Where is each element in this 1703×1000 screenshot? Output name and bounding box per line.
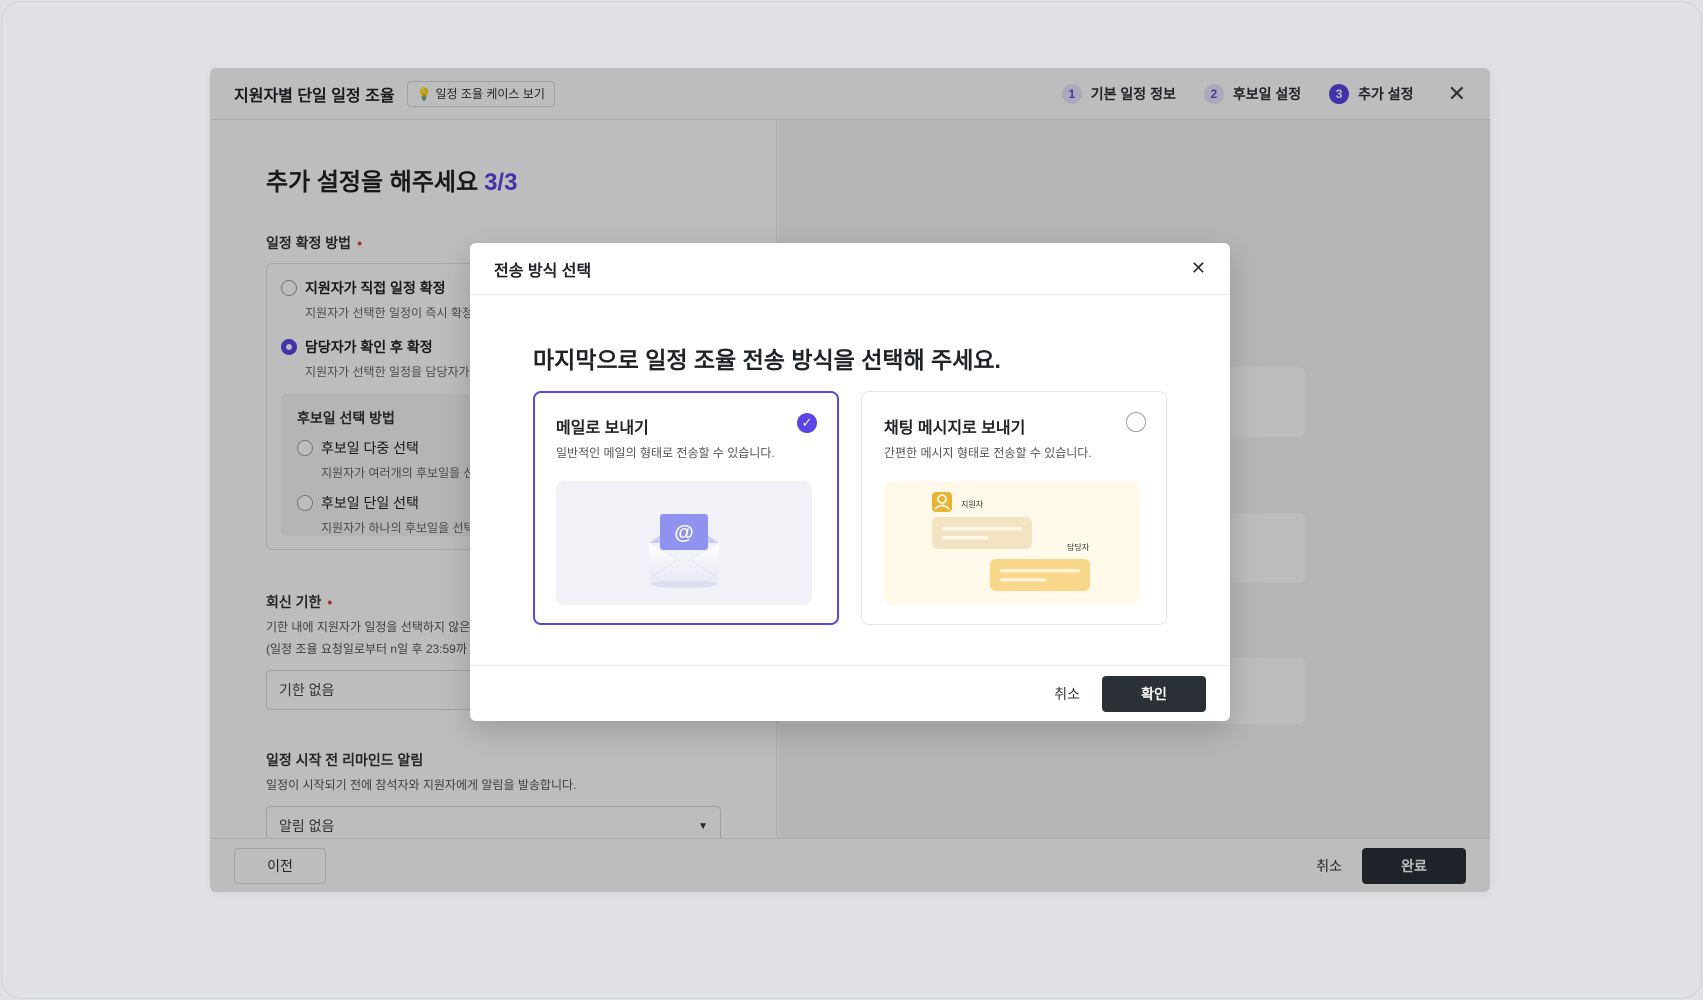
dialog-title: 전송 방식 선택 bbox=[494, 262, 592, 280]
option-title: 메일로 보내기 bbox=[556, 420, 649, 437]
close-icon[interactable]: ✕ bbox=[1191, 258, 1206, 279]
email-illustration: @ bbox=[556, 481, 812, 605]
check-icon[interactable]: ✓ bbox=[797, 413, 817, 433]
manager-label: 담당자 bbox=[1067, 543, 1090, 552]
option-desc: 일반적인 메일의 형태로 전송할 수 있습니다. bbox=[556, 446, 775, 460]
radio-unchecked[interactable] bbox=[1126, 412, 1146, 432]
email-option-card[interactable]: 메일로 보내기 일반적인 메일의 형태로 전송할 수 있습니다. ✓ @ bbox=[533, 391, 839, 625]
svg-text:@: @ bbox=[674, 522, 694, 544]
send-method-options: 메일로 보내기 일반적인 메일의 형태로 전송할 수 있습니다. ✓ @ 채팅 … bbox=[533, 391, 1167, 625]
option-title: 채팅 메시지로 보내기 bbox=[884, 420, 1026, 437]
chat-option-card[interactable]: 채팅 메시지로 보내기 간편한 메시지 형태로 전송할 수 있습니다. 지원자 … bbox=[861, 391, 1167, 625]
applicant-label: 지원자 bbox=[961, 500, 984, 509]
chat-icon bbox=[932, 492, 1090, 591]
dialog-heading: 마지막으로 일정 조율 전송 방식을 선택해 주세요. bbox=[533, 347, 1001, 373]
dialog-footer: 취소 확인 bbox=[470, 665, 1230, 721]
dialog-cancel-button[interactable]: 취소 bbox=[1054, 684, 1080, 704]
envelope-icon: @ bbox=[648, 514, 720, 588]
option-desc: 간편한 메시지 형태로 전송할 수 있습니다. bbox=[884, 446, 1092, 460]
chat-illustration: 지원자 담당자 bbox=[884, 481, 1140, 605]
send-method-dialog: 전송 방식 선택 ✕ 마지막으로 일정 조율 전송 방식을 선택해 주세요. 메… bbox=[470, 243, 1230, 721]
dialog-confirm-button[interactable]: 확인 bbox=[1102, 675, 1206, 712]
dialog-header: 전송 방식 선택 ✕ bbox=[470, 243, 1230, 295]
